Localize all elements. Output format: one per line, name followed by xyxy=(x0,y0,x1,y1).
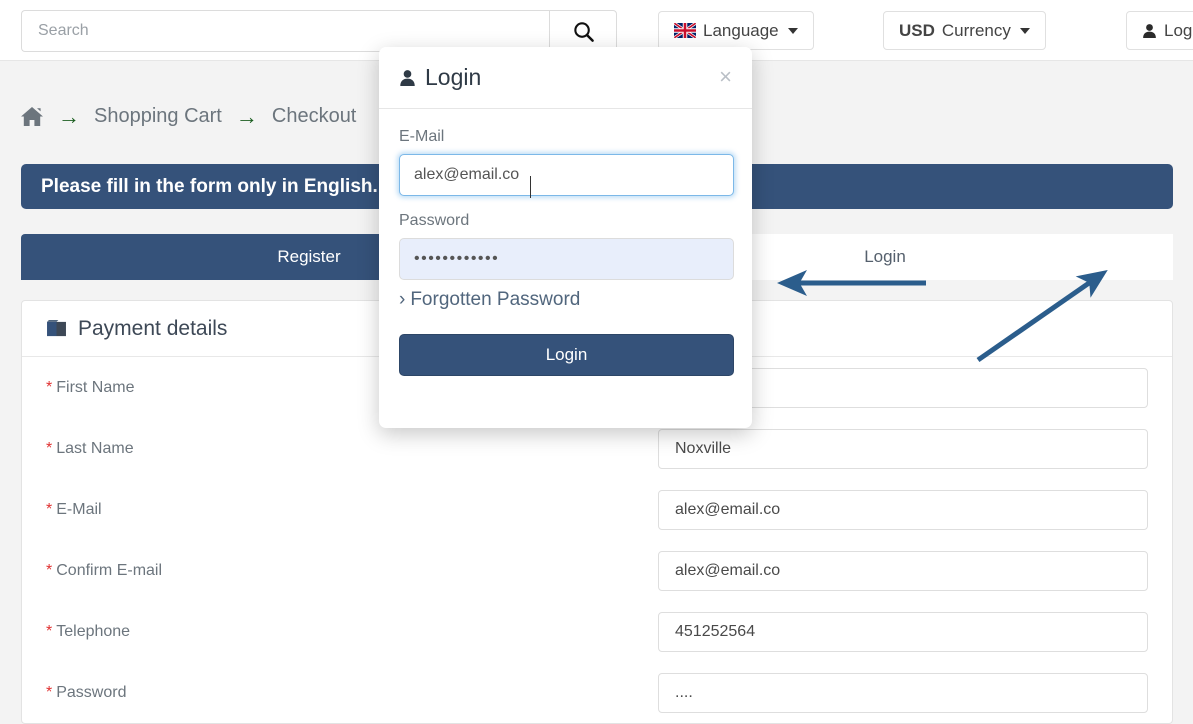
account-login-button[interactable]: Login xyxy=(1126,11,1193,50)
uk-flag-icon xyxy=(674,23,696,38)
forgotten-password-link[interactable]: › Forgotten Password xyxy=(399,289,732,311)
form-row-confirm-email: * Confirm E-mail xyxy=(22,540,1172,601)
breadcrumb-separator: → xyxy=(58,103,80,129)
required-asterisk: * xyxy=(46,500,53,518)
currency-code: USD xyxy=(899,20,935,40)
required-asterisk: * xyxy=(46,561,53,579)
login-email-field-group: E-Mail xyxy=(399,128,734,196)
required-asterisk: * xyxy=(46,683,53,701)
breadcrumb-separator: → xyxy=(235,103,258,129)
login-email-label: E-Mail xyxy=(399,128,445,145)
label-telephone: * Telephone xyxy=(46,622,131,640)
search-icon xyxy=(573,21,594,42)
login-submit-button[interactable]: Login xyxy=(399,334,734,376)
notice-text: Please fill in the form only in English. xyxy=(41,175,378,197)
login-modal-header: Login × xyxy=(379,47,752,109)
tab-login-label: Login xyxy=(864,247,906,266)
input-confirm-email[interactable] xyxy=(658,550,1148,591)
text-cursor xyxy=(530,176,531,198)
chevron-right-icon: › xyxy=(399,289,406,310)
form-row-email: * E-Mail xyxy=(22,479,1172,540)
panel-heading-label: Payment details xyxy=(78,316,228,340)
breadcrumb-item-shopping-cart[interactable]: Shopping Cart xyxy=(94,105,222,128)
required-asterisk: * xyxy=(46,439,53,457)
tab-register-label: Register xyxy=(277,247,341,266)
breadcrumb: → Shopping Cart → Checkout xyxy=(20,105,356,128)
login-password-input[interactable] xyxy=(399,238,734,280)
label-password: * Password xyxy=(46,683,127,701)
input-telephone[interactable] xyxy=(658,611,1148,652)
login-modal-body: E-Mail Password › Forgotten Password Log… xyxy=(379,109,752,396)
account-login-label: Login xyxy=(1164,20,1193,40)
login-email-input[interactable] xyxy=(399,154,734,196)
login-modal: Login × E-Mail Password › Forgotten Pass… xyxy=(379,47,752,428)
input-password[interactable] xyxy=(658,672,1148,713)
input-email[interactable] xyxy=(658,489,1148,530)
search-bar xyxy=(21,10,617,52)
close-icon[interactable]: × xyxy=(719,66,732,88)
language-label: Language xyxy=(703,20,779,40)
book-icon xyxy=(47,319,66,336)
required-asterisk: * xyxy=(46,378,53,396)
page-root: Language USD Currency Login → Shopping C… xyxy=(0,0,1193,724)
language-dropdown-button[interactable]: Language xyxy=(658,11,814,50)
login-password-field-group: Password xyxy=(399,212,734,280)
label-last-name: * Last Name xyxy=(46,439,134,457)
forgotten-password-label: Forgotten Password xyxy=(410,289,581,310)
user-icon xyxy=(400,69,415,86)
login-modal-title-label: Login xyxy=(425,64,482,90)
label-email: * E-Mail xyxy=(46,500,102,518)
input-last-name[interactable] xyxy=(658,428,1148,469)
search-button[interactable] xyxy=(549,10,617,52)
login-modal-title: Login xyxy=(399,64,481,91)
required-asterisk: * xyxy=(46,622,53,640)
form-row-password: * Password xyxy=(22,662,1172,723)
search-input[interactable] xyxy=(21,10,549,52)
currency-label: Currency xyxy=(941,20,1011,40)
login-password-label: Password xyxy=(399,212,470,229)
label-confirm-email: * Confirm E-mail xyxy=(46,561,163,579)
breadcrumb-item-checkout[interactable]: Checkout xyxy=(272,105,357,128)
chevron-down-icon xyxy=(787,27,798,34)
user-icon xyxy=(1143,23,1156,38)
chevron-down-icon xyxy=(1019,27,1030,34)
form-row-telephone: * Telephone xyxy=(22,601,1172,662)
home-icon[interactable] xyxy=(20,106,44,127)
currency-dropdown-button[interactable]: USD Currency xyxy=(883,11,1046,50)
